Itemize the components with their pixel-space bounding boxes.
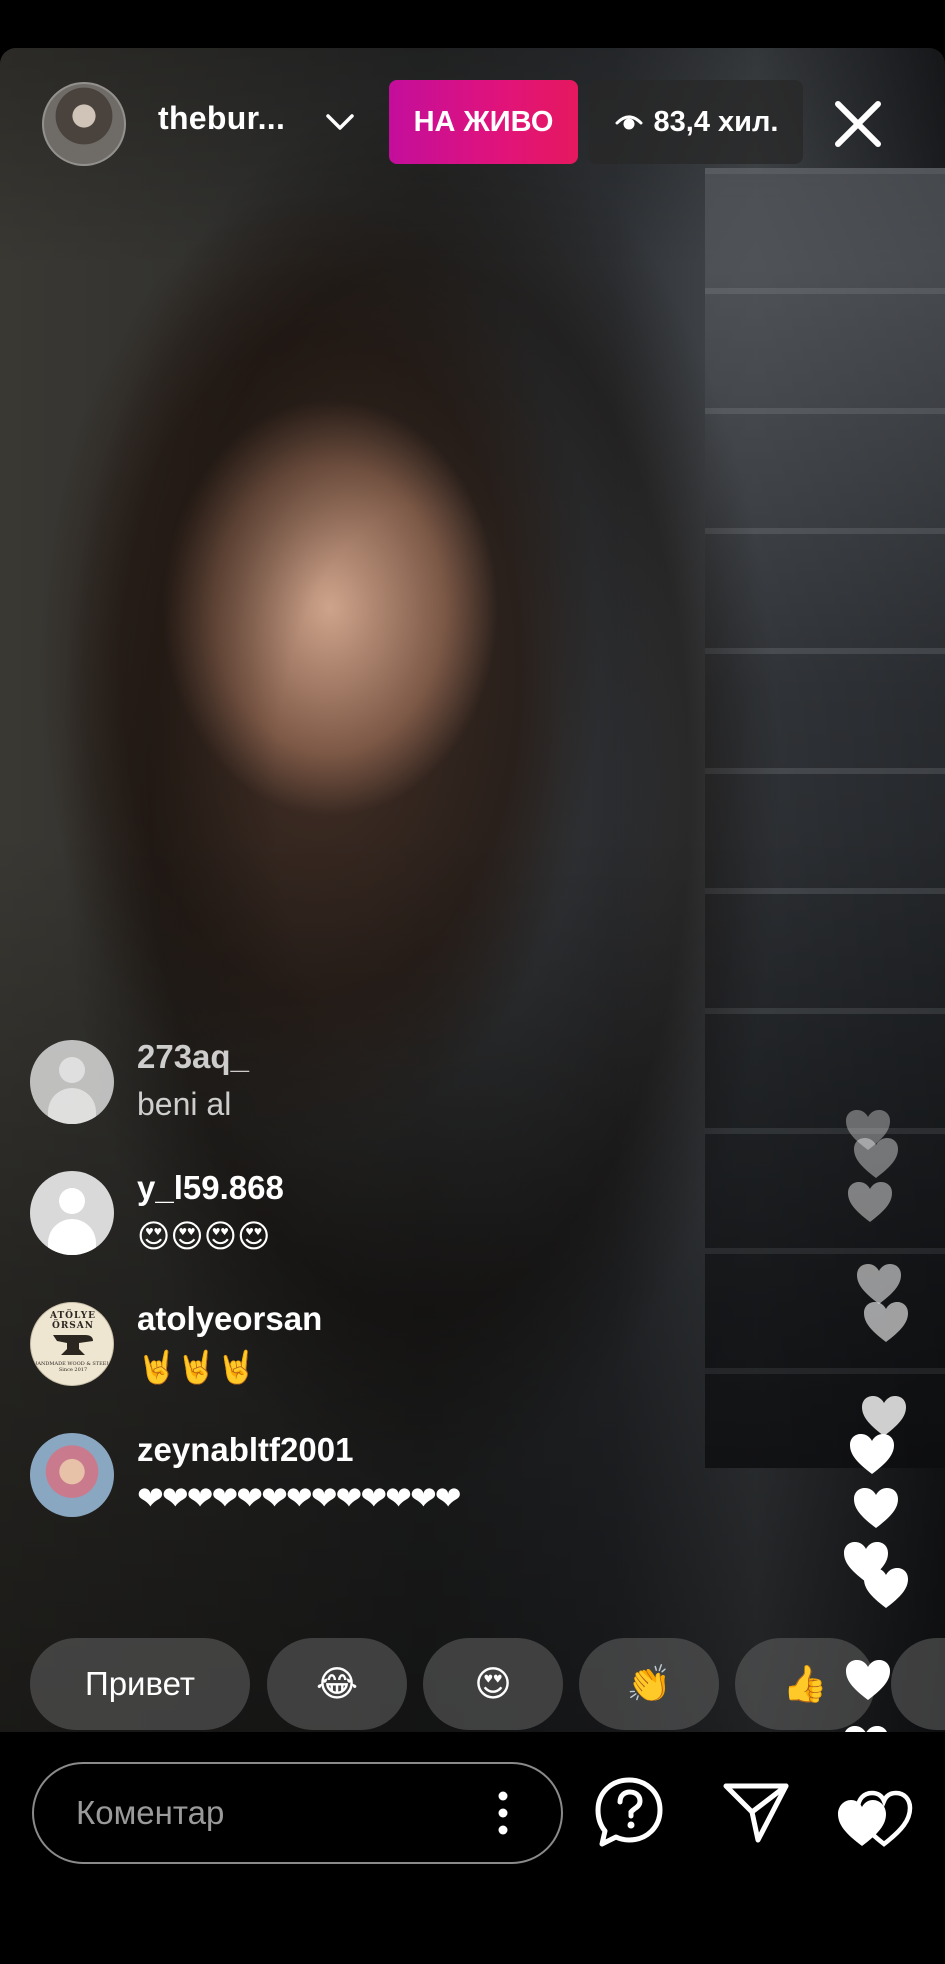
- quick-reaction-chip[interactable]: Привет: [30, 1638, 250, 1730]
- bottom-bar: Коментар: [0, 1732, 945, 1964]
- quick-reactions-row[interactable]: Привет 😂 😍 👏 👍: [30, 1638, 945, 1730]
- comment-text: beni al: [137, 1086, 232, 1122]
- comment-input-placeholder: Коментар: [76, 1794, 225, 1831]
- brand-logo-text: ATÖLYE ÖRSAN: [49, 1311, 97, 1331]
- floating-heart-icon: [846, 1660, 890, 1700]
- quick-reaction-chip[interactable]: [891, 1638, 945, 1730]
- default-avatar-icon[interactable]: [30, 1040, 114, 1124]
- quick-reaction-chip[interactable]: 👏: [579, 1638, 719, 1730]
- chevron-down-icon[interactable]: [322, 104, 358, 140]
- comment-username[interactable]: y_l59.868: [137, 1169, 284, 1207]
- question-bubble-icon[interactable]: [594, 1776, 664, 1848]
- floating-heart-icon: [864, 1568, 908, 1608]
- quick-reaction-label: 😂: [315, 1663, 359, 1705]
- send-icon[interactable]: [722, 1782, 790, 1844]
- profile-photo-avatar[interactable]: [30, 1433, 114, 1517]
- floating-heart-icon: [848, 1182, 892, 1222]
- floating-heart-icon: [850, 1434, 894, 1474]
- quick-reaction-label: 👏: [626, 1664, 672, 1705]
- comment-text: 🤘🤘🤘: [137, 1348, 257, 1386]
- comment-text: ❤❤❤❤❤❤❤❤❤❤❤❤❤: [137, 1479, 462, 1517]
- floating-heart-icon: [854, 1488, 898, 1528]
- live-badge: НА ЖИВО: [389, 80, 578, 164]
- quick-reaction-chip[interactable]: 😍: [423, 1638, 563, 1730]
- brand-logo-avatar[interactable]: ATÖLYE ÖRSAN HANDMADE WOOD & STEEL · Sin…: [30, 1302, 114, 1386]
- floating-heart-icon: [864, 1302, 908, 1342]
- viewer-count: 83,4 хил.: [653, 105, 779, 138]
- comment-input[interactable]: Коментар: [32, 1762, 563, 1864]
- host-avatar[interactable]: [42, 82, 126, 166]
- live-stream-screen: thebur... НА ЖИВО 83,4 хил. 273aq_ beni …: [0, 0, 945, 1964]
- viewer-count-badge[interactable]: 83,4 хил.: [589, 80, 803, 164]
- brand-logo-subtext: HANDMADE WOOD & STEEL · Since 2017: [33, 1361, 113, 1373]
- video-bottom-fade: [0, 832, 945, 1732]
- more-vertical-icon[interactable]: [488, 1788, 518, 1838]
- close-icon[interactable]: [830, 96, 886, 152]
- quick-reaction-label: Привет: [84, 1665, 196, 1702]
- quick-reaction-label: 👍: [782, 1664, 828, 1705]
- live-badge-label: НА ЖИВО: [413, 105, 554, 138]
- anvil-icon: [53, 1335, 93, 1355]
- heart-icon[interactable]: [832, 1784, 918, 1850]
- default-avatar-icon[interactable]: [30, 1171, 114, 1255]
- comment-username[interactable]: 273aq_: [137, 1038, 249, 1076]
- quick-reaction-chip[interactable]: 😂: [267, 1638, 407, 1730]
- eye-icon: [615, 115, 643, 130]
- quick-reaction-label: 😍: [474, 1663, 512, 1705]
- comment-text: 😍😍😍😍: [137, 1217, 271, 1255]
- comment-username[interactable]: zeynabltf2001: [137, 1431, 353, 1469]
- comment-username[interactable]: atolyeorsan: [137, 1300, 322, 1338]
- floating-heart-icon: [854, 1138, 898, 1178]
- host-username[interactable]: thebur...: [158, 100, 285, 137]
